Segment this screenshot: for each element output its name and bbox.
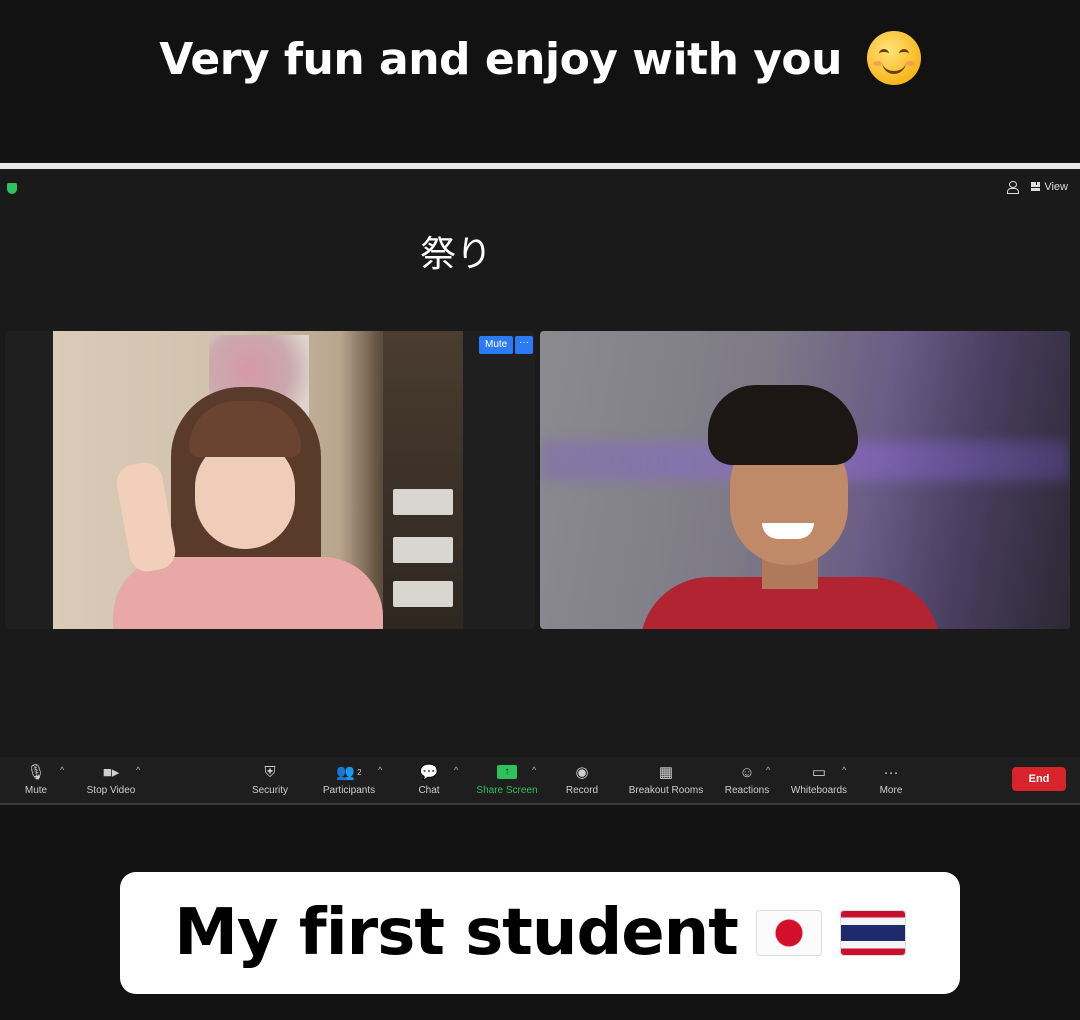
zoom-meeting-window: View 祭り Mute ··· 🎙 Mute ^ ■▸ Stop Video …: [0, 163, 1080, 805]
view-label: View: [1044, 181, 1068, 193]
participants-button[interactable]: 👥 2 Participants: [318, 757, 380, 803]
chat-label: Chat: [418, 785, 440, 796]
top-right-controls: View: [1007, 181, 1068, 194]
microphone-icon: 🎙: [26, 764, 46, 781]
meeting-toolbar: 🎙 Mute ^ ■▸ Stop Video ^ ⛨ Security 👥 2 P…: [0, 757, 1080, 805]
video-camera-icon: ■▸: [102, 764, 120, 781]
bottom-caption-text: My first student: [174, 896, 739, 970]
video-options-caret[interactable]: ^: [136, 765, 140, 775]
participants-label: Participants: [322, 785, 376, 796]
mute-options-caret[interactable]: ^: [60, 765, 64, 775]
more-label: More: [879, 785, 903, 796]
whiteboards-label: Whiteboards: [790, 785, 848, 796]
share-options-caret[interactable]: ^: [532, 765, 536, 775]
grid-icon: ▦: [658, 764, 674, 781]
bottom-caption: My first student: [120, 872, 960, 994]
reactions-options-caret[interactable]: ^: [766, 765, 770, 775]
breakout-rooms-button[interactable]: ▦ Breakout Rooms: [624, 757, 708, 803]
japan-flag-icon: [755, 910, 822, 956]
share-screen-icon: ↑: [474, 761, 540, 783]
more-button[interactable]: ··· More: [874, 757, 908, 803]
smiling-face-icon: [866, 31, 921, 85]
top-caption-text: Very fun and enjoy with you: [159, 34, 842, 85]
participants-options-caret[interactable]: ^: [378, 765, 382, 775]
security-button[interactable]: ⛨ Security: [248, 757, 292, 803]
shield-icon: ⛨: [264, 763, 276, 781]
breakout-rooms-label: Breakout Rooms: [628, 785, 704, 796]
whiteboards-options-caret[interactable]: ^: [842, 765, 846, 775]
participants-count: 2: [357, 767, 362, 777]
reactions-label: Reactions: [724, 785, 770, 796]
record-label: Record: [565, 785, 599, 796]
share-screen-label: Share Screen: [476, 785, 538, 796]
end-meeting-button[interactable]: End: [1012, 767, 1066, 791]
chat-options-caret[interactable]: ^: [454, 765, 458, 775]
mute-label: Mute: [24, 785, 48, 796]
participant-video-right: [540, 331, 1070, 629]
person-icon[interactable]: [1007, 181, 1020, 194]
ellipsis-icon: ···: [883, 763, 899, 781]
participant-video-left: [53, 331, 463, 629]
participant-tile-right[interactable]: [540, 331, 1070, 629]
security-label: Security: [251, 785, 289, 796]
grid-icon: [1031, 182, 1041, 191]
participant-more-button[interactable]: ···: [515, 336, 533, 354]
stop-video-button[interactable]: ■▸ Stop Video: [82, 757, 140, 803]
stop-video-label: Stop Video: [86, 785, 136, 796]
record-button[interactable]: ◉ Record: [562, 757, 602, 803]
people-icon: 👥 2: [336, 764, 362, 781]
participant-tile-left[interactable]: Mute ···: [5, 331, 535, 629]
thailand-flag-icon: [839, 910, 906, 956]
overlay-text: 祭り: [420, 234, 493, 275]
participant-mute-button[interactable]: Mute: [479, 336, 514, 354]
top-caption: Very fun and enjoy with you: [0, 31, 1080, 89]
share-screen-button[interactable]: ↑ Share Screen: [474, 757, 540, 803]
reactions-button[interactable]: ☺ Reactions: [720, 757, 774, 803]
mute-button[interactable]: 🎙 Mute: [18, 757, 54, 803]
chat-button[interactable]: 💬 Chat: [414, 757, 444, 803]
encryption-shield-icon[interactable]: [7, 183, 17, 194]
view-button[interactable]: View: [1031, 181, 1068, 193]
record-icon: ◉: [575, 764, 589, 781]
chat-bubble-icon: 💬: [419, 764, 439, 781]
whiteboards-button[interactable]: ▭ Whiteboards: [786, 757, 852, 803]
